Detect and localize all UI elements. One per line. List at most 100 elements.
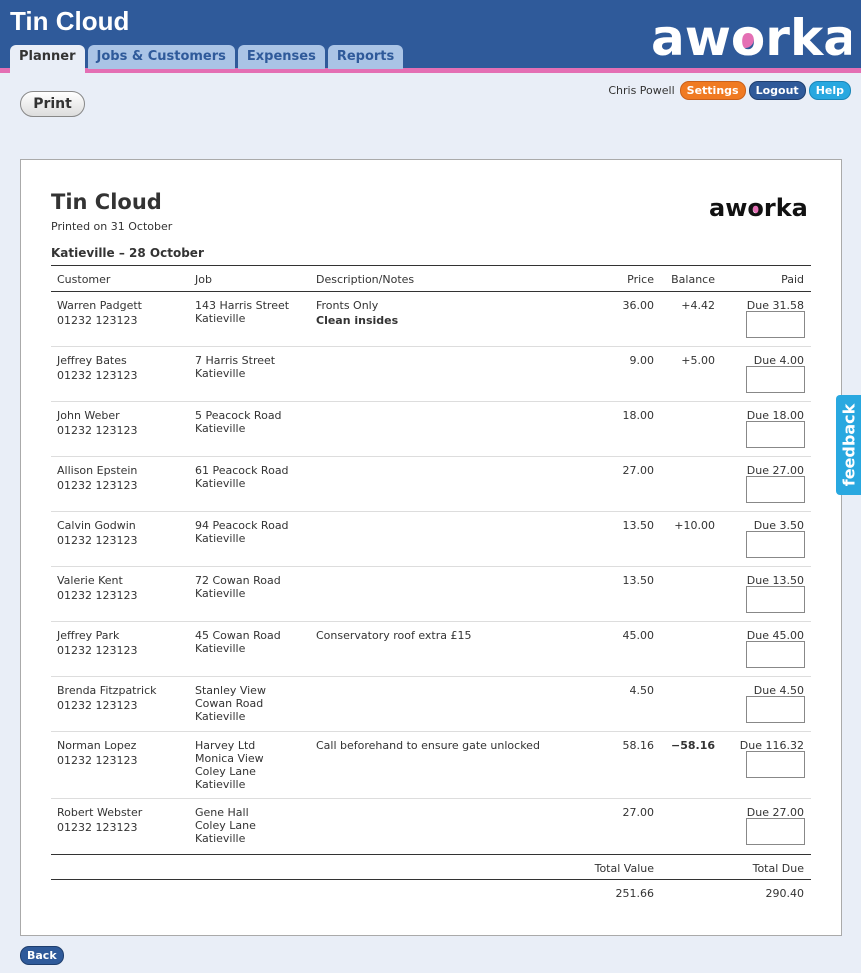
- job-address-line: 61 Peacock Road: [195, 464, 289, 477]
- table-row: Robert Webster 01232 123123 Gene Hall Cole…: [51, 799, 811, 854]
- back-button[interactable]: Back: [20, 946, 64, 965]
- job-address-line: Katieville: [195, 642, 246, 655]
- job-address-line: Katieville: [195, 532, 246, 545]
- job-address-line: Coley Lane: [195, 819, 256, 832]
- document-title: Tin Cloud: [51, 190, 162, 214]
- paid-input[interactable]: [746, 818, 805, 845]
- table-row: Valerie Kent 01232 123123 72 Cowan Road Ka…: [51, 567, 811, 622]
- tab-expenses[interactable]: Expenses: [237, 45, 325, 69]
- paid-input[interactable]: [746, 751, 805, 778]
- paid-input[interactable]: [746, 366, 805, 393]
- job-description: Call beforehand to ensure gate unlocked: [316, 739, 540, 752]
- logout-button[interactable]: Logout: [748, 81, 806, 100]
- customer-name: Norman Lopez: [57, 739, 137, 752]
- totals-row: 251.66 290.40: [51, 880, 811, 906]
- job-address-line: 94 Peacock Road: [195, 519, 289, 532]
- job-price: 13.50: [622, 519, 655, 532]
- job-address-line: Katieville: [195, 778, 246, 791]
- paid-input[interactable]: [746, 421, 805, 448]
- job-price: 18.00: [622, 409, 655, 422]
- customer-name: Warren Padgett: [57, 299, 142, 312]
- total-value: 251.66: [615, 887, 655, 900]
- table-row: Jeffrey Bates 01232 123123 7 Harris Stree…: [51, 347, 811, 402]
- job-address-line: Cowan Road: [195, 697, 264, 710]
- customer-phone: 01232 123123: [57, 534, 138, 547]
- customer-phone: 01232 123123: [57, 424, 138, 437]
- job-address-line: Harvey Ltd: [195, 739, 256, 752]
- job-address-line: 7 Harris Street: [195, 354, 276, 367]
- paid-input[interactable]: [746, 476, 805, 503]
- job-address-line: Katieville: [195, 312, 246, 325]
- table-row: John Weber 01232 123123 5 Peacock Road Kat…: [51, 402, 811, 457]
- job-price: 9.00: [629, 354, 655, 367]
- customer-name: Jeffrey Bates: [57, 354, 127, 367]
- job-address-line: Katieville: [195, 477, 246, 490]
- job-balance: +4.42: [681, 299, 715, 312]
- paid-input[interactable]: [746, 311, 805, 338]
- help-button[interactable]: Help: [808, 81, 851, 100]
- customer-phone: 01232 123123: [57, 754, 138, 767]
- customer-name: Valerie Kent: [57, 574, 123, 587]
- job-price: 4.50: [629, 684, 655, 697]
- paid-input[interactable]: [746, 696, 805, 723]
- job-address-line: Coley Lane: [195, 765, 256, 778]
- job-address-line: 72 Cowan Road: [195, 574, 281, 587]
- job-balance: +5.00: [681, 354, 715, 367]
- total-due: 290.40: [765, 887, 805, 900]
- job-description: Conservatory roof extra £15: [316, 629, 472, 642]
- print-button[interactable]: Print: [20, 91, 85, 117]
- user-bar: Chris Powell Settings Logout Help: [608, 81, 851, 100]
- job-address-line: Stanley View: [195, 684, 266, 697]
- job-price: 27.00: [622, 806, 655, 819]
- tab-planner[interactable]: Planner: [10, 45, 85, 73]
- job-price: 58.16: [622, 739, 655, 752]
- col-customer: Customer: [57, 273, 111, 286]
- tab-reports[interactable]: Reports: [327, 45, 404, 69]
- col-job: Job: [195, 273, 212, 286]
- table-row: Jeffrey Park 01232 123123 45 Cowan Road Ka…: [51, 622, 811, 677]
- customer-phone: 01232 123123: [57, 314, 138, 327]
- job-price: 45.00: [622, 629, 655, 642]
- job-price: 13.50: [622, 574, 655, 587]
- customer-name: Calvin Godwin: [57, 519, 136, 532]
- printable-sheet: Tin Cloud Printed on 31 October aworka K…: [20, 159, 842, 936]
- table-row: Calvin Godwin 01232 123123 94 Peacock Roa…: [51, 512, 811, 567]
- feedback-label: feedback: [839, 403, 858, 487]
- job-address-line: Gene Hall: [195, 806, 249, 819]
- app-title: Tin Cloud: [10, 6, 130, 36]
- printed-on-date: Printed on 31 October: [51, 220, 173, 233]
- customer-phone: 01232 123123: [57, 479, 138, 492]
- job-price: 27.00: [622, 464, 655, 477]
- table-row: Norman Lopez 01232 123123 Harvey Ltd Monic…: [51, 732, 811, 799]
- total-due-label: Total Due: [752, 862, 804, 875]
- customer-phone: 01232 123123: [57, 589, 138, 602]
- customer-name: Allison Epstein: [57, 464, 138, 477]
- job-address-line: Katieville: [195, 422, 246, 435]
- table-header: Customer Job Description/Notes Price Bal…: [51, 265, 811, 292]
- document-logo-text: aworka: [709, 194, 808, 219]
- paid-input[interactable]: [746, 531, 805, 558]
- totals-header: Total Value Total Due: [51, 854, 811, 880]
- customer-phone: 01232 123123: [57, 644, 138, 657]
- job-address-line: 45 Cowan Road: [195, 629, 281, 642]
- tab-jobs-customers[interactable]: Jobs & Customers: [87, 45, 235, 69]
- col-price: Price: [627, 273, 654, 286]
- settings-button[interactable]: Settings: [679, 81, 746, 100]
- col-description: Description/Notes: [316, 273, 415, 286]
- job-balance: −58.16: [670, 739, 715, 752]
- job-price: 36.00: [622, 299, 655, 312]
- feedback-tab[interactable]: feedback: [836, 395, 861, 495]
- paid-input[interactable]: [746, 641, 805, 668]
- job-address-line: 5 Peacock Road: [195, 409, 282, 422]
- job-description: Fronts Only: [316, 299, 379, 312]
- paid-input[interactable]: [746, 586, 805, 613]
- jobs-table: Customer Job Description/Notes Price Bal…: [51, 265, 811, 906]
- aworka-logo: aworka: [651, 5, 857, 67]
- job-address-line: Katieville: [195, 832, 246, 845]
- route-title: Katieville – 28 October: [51, 246, 204, 260]
- col-paid: Paid: [781, 273, 804, 286]
- document-logo: aworka: [709, 193, 811, 223]
- table-row: Warren Padgett 01232 123123 143 Harris St…: [51, 292, 811, 347]
- customer-phone: 01232 123123: [57, 821, 138, 834]
- table-row: Brenda Fitzpatrick 01232 123123 Stanley V…: [51, 677, 811, 732]
